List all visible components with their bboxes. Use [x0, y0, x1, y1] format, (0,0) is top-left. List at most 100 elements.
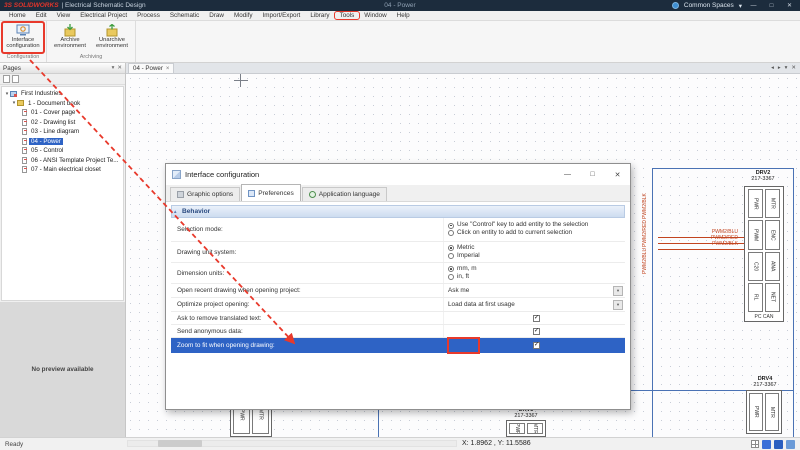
dialog-body: ▲ Behavior Selection mode: Use "Control"… [166, 202, 630, 409]
tab-group-close-icon[interactable]: ✕ [791, 65, 796, 71]
menu-help[interactable]: Help [392, 12, 415, 19]
taskbar-app-icon[interactable] [762, 440, 771, 449]
frame-line [793, 168, 794, 437]
component-drv4[interactable]: PWR MTR [746, 390, 782, 434]
wire-pwm2-blk[interactable] [658, 249, 744, 250]
radio-metric[interactable]: Metric [448, 245, 625, 251]
pin-icon[interactable]: ▾ [112, 65, 115, 71]
menu-window[interactable]: Window [359, 12, 391, 19]
dialog-maximize-button[interactable]: □ [580, 164, 605, 185]
dialog-close-button[interactable]: ✕ [605, 164, 630, 185]
component-drv3[interactable]: PWR MTR [506, 420, 546, 437]
menu-library[interactable]: Library [305, 12, 334, 19]
taskbar-app-icon[interactable] [786, 440, 795, 449]
interface-configuration-button[interactable]: Interface configuration [2, 22, 44, 53]
row-label: Dimension units: [171, 270, 443, 277]
collapse-icon[interactable]: ▲ [173, 209, 177, 214]
pages-tree[interactable]: ▾ First Industries ▾ 1 - Document book 0… [1, 86, 124, 301]
pin-label: ENC [765, 220, 780, 249]
preview-pane: No preview available [0, 302, 125, 437]
frame-line [652, 168, 653, 437]
panel-close-icon[interactable]: ✕ [117, 65, 122, 71]
section-header-behavior[interactable]: ▲ Behavior [171, 205, 625, 218]
menu-view[interactable]: View [52, 12, 76, 19]
dropdown-value[interactable]: Ask me [448, 287, 625, 294]
radio-icon[interactable] [448, 223, 454, 229]
radio-in-ft[interactable]: in, ft [448, 274, 625, 280]
account-name[interactable]: Common Spaces [684, 2, 734, 9]
tab-application-language[interactable]: Application language [302, 187, 387, 201]
page-list-icon[interactable] [3, 75, 10, 83]
close-button[interactable]: ✕ [783, 2, 796, 9]
tree-item-drawing-list[interactable]: 02 - Drawing list [2, 118, 123, 128]
radio-mm-m[interactable]: mm, m [448, 266, 625, 272]
schematic-symbol [234, 74, 248, 87]
tree-item-ansi-template[interactable]: 06 - ANSI Template Project Te... [2, 156, 123, 166]
row-label: Drawing unit system: [171, 249, 443, 256]
radio-icon[interactable] [448, 245, 454, 251]
dialog-minimize-button[interactable]: — [555, 164, 580, 185]
account-caret-icon[interactable]: ▾ [739, 2, 742, 10]
page-icon [22, 109, 27, 116]
archive-environment-button[interactable]: Archive environment [49, 22, 91, 53]
radio-icon[interactable] [448, 274, 454, 280]
row-zoom-to-fit[interactable]: Zoom to fit when opening drawing: ✓ [171, 338, 625, 353]
wire-label: PWM2/BLK [674, 242, 738, 247]
radio-use-control-key[interactable]: Use "Control" key to add entity to the s… [448, 222, 625, 228]
graphic-options-icon [177, 191, 184, 198]
menu-process[interactable]: Process [132, 12, 165, 19]
tab-scroll-right-icon[interactable]: ▸ [778, 65, 781, 71]
tree-item-power[interactable]: 04 - Power [2, 137, 123, 147]
menu-home[interactable]: Home [4, 12, 31, 19]
menu-tools[interactable]: Tools [335, 12, 360, 19]
menu-draw[interactable]: Draw [204, 12, 229, 19]
row-ask-remove-translated-text: Ask to remove translated text: ✓ [171, 312, 625, 325]
pin-label: PC CAN [745, 314, 783, 320]
taskbar-app-icon[interactable] [774, 440, 783, 449]
ribbon-group-label: Configuration [2, 53, 44, 62]
radio-icon[interactable] [448, 230, 454, 236]
row-selection-mode: Selection mode: Use "Control" key to add… [171, 218, 625, 242]
account-avatar-icon[interactable] [672, 2, 679, 9]
pages-panel: Pages ▾ ✕ ▾ First Industries ▾ 1 - Docum… [0, 63, 126, 437]
checkbox-ask-remove-translated[interactable]: ✓ [533, 315, 540, 322]
menu-edit[interactable]: Edit [31, 12, 52, 19]
menu-schematic[interactable]: Schematic [165, 12, 204, 19]
unarchive-environment-button[interactable]: Unarchive environment [91, 22, 133, 53]
menu-modify[interactable]: Modify [229, 12, 258, 19]
checkbox-send-anonymous-data[interactable]: ✓ [533, 328, 540, 335]
tree-item-control[interactable]: 05 - Control [2, 146, 123, 156]
maximize-button[interactable]: □ [765, 3, 778, 9]
checkbox-zoom-to-fit[interactable]: ✓ [533, 342, 540, 349]
menu-import-export[interactable]: Import/Export [258, 12, 306, 19]
radio-imperial[interactable]: Imperial [448, 253, 625, 259]
dropdown-value[interactable]: Load data at first usage [448, 301, 625, 308]
radio-click-entity[interactable]: Click on entity to add to current select… [448, 230, 625, 236]
document-tab-power[interactable]: 04 - Power × [128, 63, 174, 73]
radio-icon[interactable] [448, 266, 454, 272]
dropdown-button[interactable]: ▾ [613, 300, 623, 310]
component-drv2[interactable]: PWR MTR PWM ENC C20 ANA RL NET PC CAN [744, 186, 784, 322]
tree-node-project[interactable]: ▾ First Industries [2, 89, 123, 99]
tree-node-label: 07 - Main electrical closet [29, 166, 103, 173]
dialog-title-bar[interactable]: Interface configuration — □ ✕ [166, 164, 630, 185]
tab-graphic-options[interactable]: Graphic options [170, 187, 240, 201]
tree-node-label: 04 - Power [29, 138, 63, 145]
page-icon [22, 166, 27, 173]
grid-toggle-icon[interactable] [751, 440, 759, 448]
tree-item-cover-page[interactable]: 01 - Cover page [2, 108, 123, 118]
tree-item-main-electrical[interactable]: 07 - Main electrical closet [2, 165, 123, 175]
tree-item-line-diagram[interactable]: 03 - Line diagram [2, 127, 123, 137]
tree-node-book[interactable]: ▾ 1 - Document book [2, 99, 123, 109]
tab-scroll-left-icon[interactable]: ◂ [771, 65, 774, 71]
page-filter-icon[interactable] [12, 75, 19, 83]
tab-list-icon[interactable]: ▾ [785, 65, 788, 71]
solidworks-logo: 3S SOLIDWORKS [4, 2, 59, 9]
tab-close-icon[interactable]: × [166, 66, 170, 72]
radio-icon[interactable] [448, 253, 454, 259]
tab-preferences[interactable]: Preferences [241, 184, 301, 201]
minimize-button[interactable]: — [747, 3, 760, 9]
horizontal-scrollbar-thumb[interactable] [158, 440, 202, 447]
dropdown-button[interactable]: ▾ [613, 286, 623, 296]
menu-electrical-project[interactable]: Electrical Project [75, 12, 132, 19]
